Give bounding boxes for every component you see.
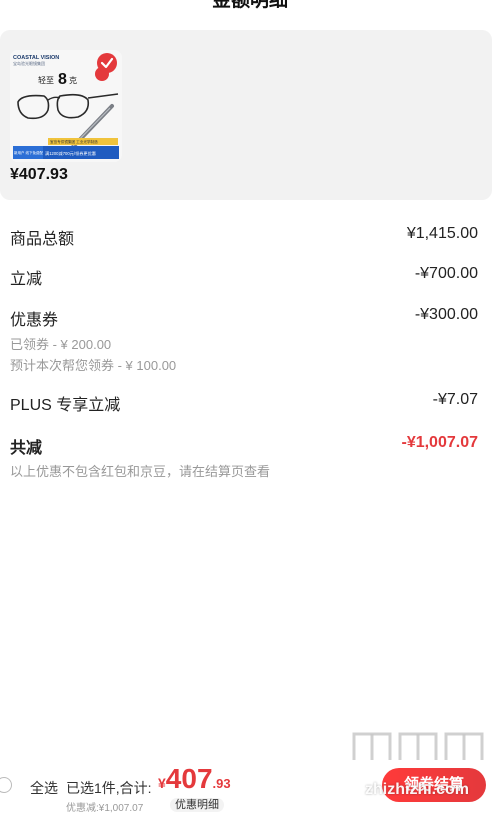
coupon-label: 优惠券 (10, 312, 59, 329)
coupon-claimed: 已领券 - ¥ 200.00 (10, 337, 112, 352)
total-price-integer: 407 (165, 763, 213, 794)
coupon-value: -¥300.00 (414, 306, 478, 323)
selected-check-icon (97, 53, 117, 73)
total-label: 商品总额 (10, 231, 75, 248)
promo-top-text: 宝岛专供镜集团 工业光学制造 (50, 139, 98, 144)
select-all-radio[interactable] (0, 777, 12, 793)
promo-right-text: 满1200减700元/领券更优惠 (45, 150, 96, 157)
plus-discount-label: PLUS 专享立减 (10, 397, 121, 414)
total-price-currency: ¥ (158, 775, 166, 791)
total-price-decimal: .93 (212, 776, 231, 791)
discount-note: 以上优惠不包含红包和京豆，请在结算页查看 (10, 464, 271, 479)
brand-sub-text: 宝岛验光眼镜集团 (13, 60, 45, 66)
product-price: ¥407.93 (10, 166, 68, 183)
watermark-text: zhizhizhi.com (365, 781, 469, 798)
total-value: ¥1,415.00 (406, 225, 478, 242)
page-title: 金额明细 (211, 0, 288, 11)
promo-left-text: 新用户 线下免费配镜 (14, 150, 47, 155)
instant-discount-label: 立减 (10, 271, 43, 288)
weight-unit-text: 克 (69, 76, 77, 85)
sum-discount-label: 共减 (10, 440, 43, 457)
product-panel: COASTAL VISION 宝岛验光眼镜集团 轻至 8 克 新用户 线下免费配… (0, 30, 492, 200)
instant-discount-value: -¥700.00 (414, 265, 478, 282)
discount-summary: 优惠减:¥1,007.07 (66, 803, 144, 814)
weight-number-text: 8 (58, 71, 67, 88)
product-thumbnail[interactable]: COASTAL VISION 宝岛验光眼镜集团 轻至 8 克 新用户 线下免费配… (10, 50, 122, 162)
sum-discount-value: -¥1,007.07 (401, 434, 478, 451)
plus-discount-value: -¥7.07 (432, 391, 478, 408)
coupon-estimated: 预计本次帮您领券 - ¥ 100.00 (10, 358, 177, 373)
weight-prefix-text: 轻至 (38, 75, 54, 85)
total-price: ¥407.93 (158, 763, 231, 795)
selected-total-label: 已选1件,合计: (66, 780, 152, 796)
select-all-label[interactable]: 全选 (30, 778, 58, 798)
